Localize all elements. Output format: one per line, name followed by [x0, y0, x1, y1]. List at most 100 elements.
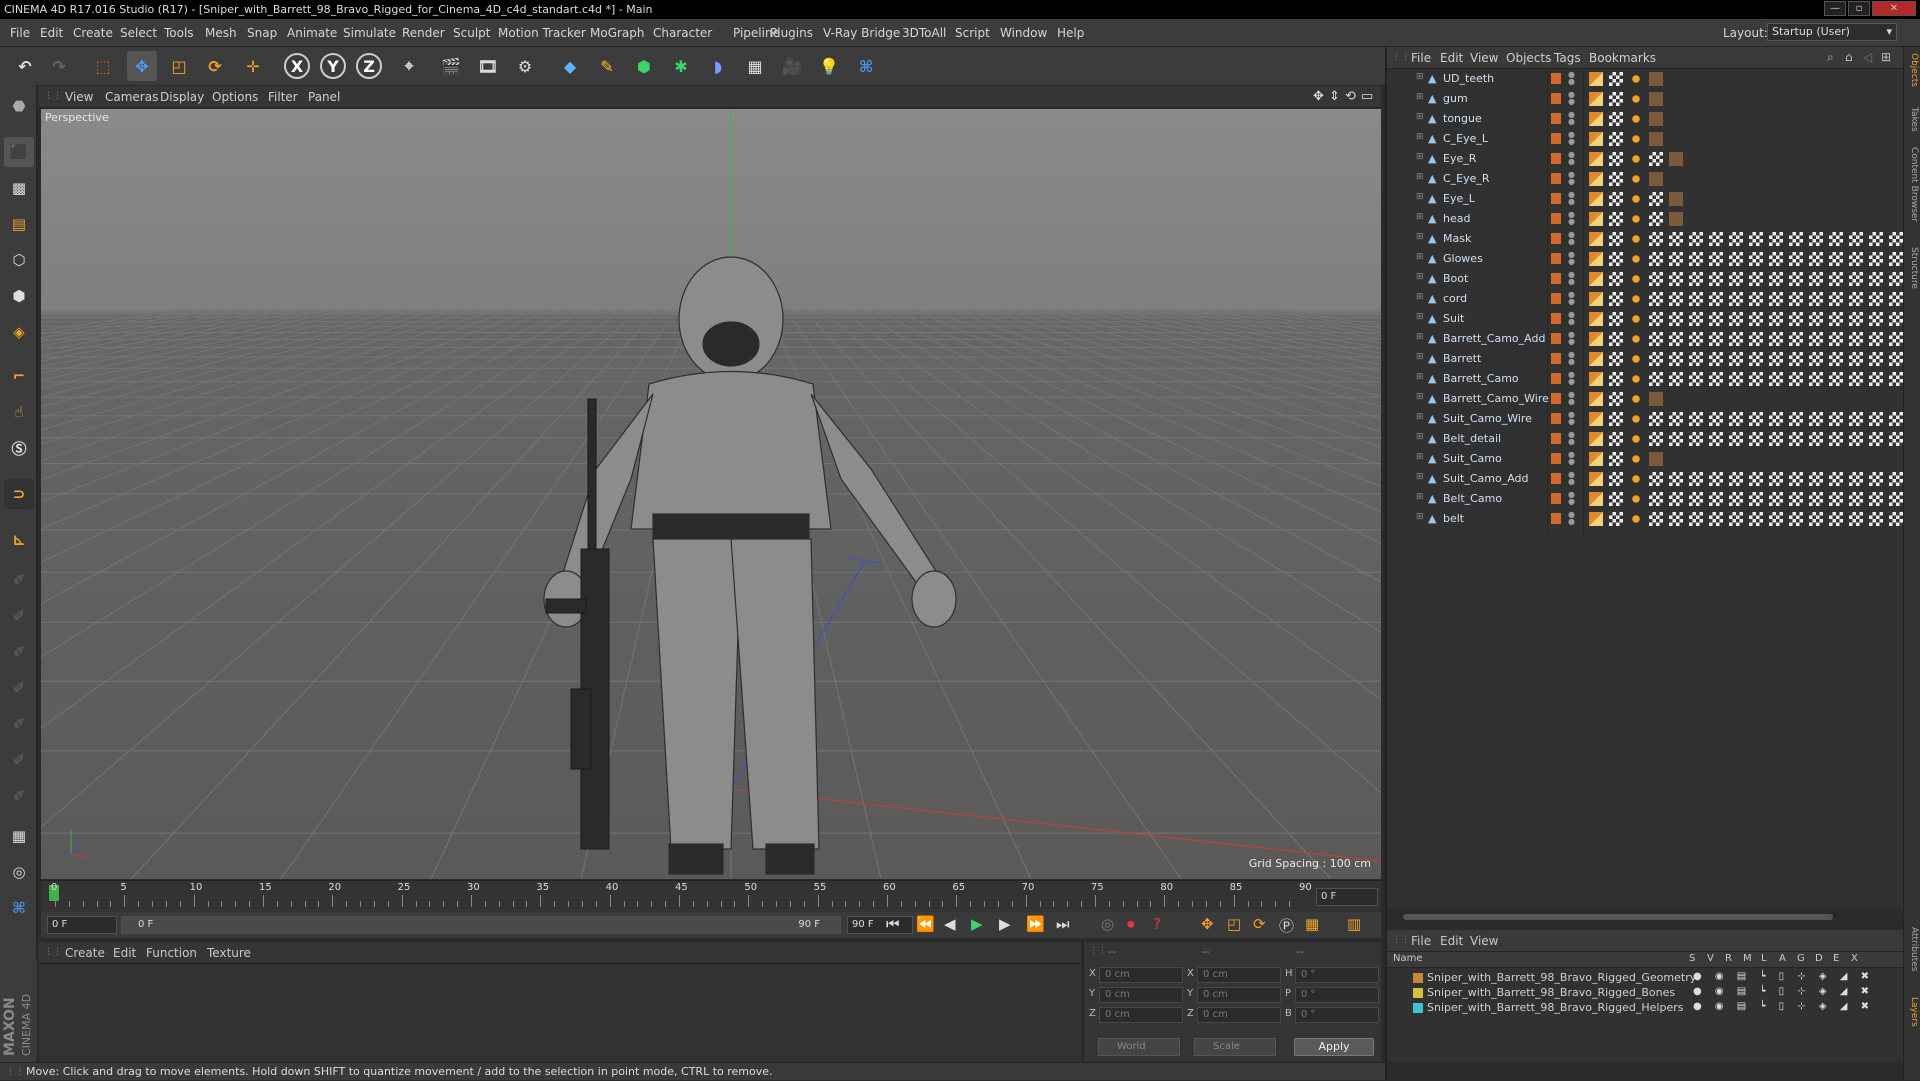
menu-snap[interactable]: Snap [247, 26, 277, 40]
texture-tag-icon[interactable] [1689, 312, 1703, 326]
texture-tag-icon[interactable] [1749, 232, 1763, 246]
x-axis-lock-button[interactable]: X [284, 53, 310, 79]
texture-tag-icon[interactable] [1629, 492, 1643, 506]
texture-tag-icon[interactable] [1709, 512, 1723, 526]
layer-color-swatch[interactable] [1551, 433, 1561, 444]
phong-tag-icon[interactable] [1589, 172, 1603, 186]
goto-end-icon[interactable]: ⏭ [1056, 915, 1070, 933]
texture-mode-icon[interactable]: ▩ [4, 173, 34, 203]
object-name[interactable]: Eye_R [1443, 152, 1476, 165]
texture-tag-icon[interactable] [1829, 432, 1843, 446]
timeline-ruler[interactable]: 0 5 10 15 20 25 30 35 40 45 50 55 60 65 70 75 80 85 90 0 F [41, 880, 1381, 912]
texture-tag-icon[interactable] [1649, 332, 1663, 346]
phong-tag-icon[interactable] [1589, 72, 1603, 86]
texture-tag-icon[interactable] [1789, 292, 1803, 306]
object-name[interactable]: tongue [1443, 112, 1482, 125]
texture-tag-icon[interactable] [1709, 232, 1723, 246]
expand-icon[interactable]: ⊞ [1416, 152, 1424, 162]
texture-tag-icon[interactable] [1889, 432, 1903, 446]
texture-tag-icon[interactable] [1649, 512, 1663, 526]
texture-tag-icon[interactable] [1789, 332, 1803, 346]
object-row[interactable]: ⊞ ▲ Barrett_Camo_Add ● ● [1387, 329, 1903, 349]
viewport-move-icon[interactable]: ✥ [1313, 89, 1324, 104]
visibility-dots-icon[interactable]: ● ● [1568, 391, 1575, 406]
object-name[interactable]: Suit [1443, 312, 1464, 325]
position-z-field[interactable]: 0 cm [1099, 1007, 1183, 1023]
object-row[interactable]: ⊞ ▲ Suit_Camo ● ● [1387, 449, 1903, 469]
material-menu-texture[interactable]: Texture [207, 946, 251, 960]
texture-tag-icon[interactable] [1669, 332, 1683, 346]
texture-tag-icon[interactable] [1669, 272, 1683, 286]
texture-tag-icon[interactable] [1649, 432, 1663, 446]
texture-tag-icon[interactable] [1669, 252, 1683, 266]
object-row[interactable]: ⊞ ▲ Barrett_Camo_Wire ● ● [1387, 389, 1903, 409]
object-name[interactable]: Eye_L [1443, 192, 1475, 205]
phong-tag-icon[interactable] [1589, 232, 1603, 246]
texture-tag-icon[interactable] [1669, 432, 1683, 446]
layer-color-swatch[interactable] [1551, 413, 1561, 424]
expand-icon[interactable]: ⊞ [1416, 472, 1424, 482]
object-name[interactable]: Suit_Camo [1443, 452, 1502, 465]
redo-icon[interactable]: ↷ [44, 51, 74, 81]
texture-tag-icon[interactable] [1889, 512, 1903, 526]
texture-tag-icon[interactable] [1749, 252, 1763, 266]
layer-header-column[interactable]: A [1779, 953, 1786, 964]
texture-tag-icon[interactable] [1869, 412, 1883, 426]
polygons-mode-icon[interactable]: ◈ [4, 317, 34, 347]
expand-icon[interactable]: ⊞ [1416, 372, 1424, 382]
menu-plugins[interactable]: Plugins [770, 26, 813, 40]
menu-select[interactable]: Select [120, 26, 157, 40]
texture-tag-icon[interactable] [1689, 412, 1703, 426]
texture-tag-icon[interactable] [1769, 332, 1783, 346]
z-axis-lock-button[interactable]: Z [356, 53, 382, 79]
autokeying-icon[interactable]: ⏺ [1127, 915, 1135, 933]
object-name[interactable]: UD_teeth [1443, 72, 1494, 85]
material-tag-icon[interactable] [1649, 112, 1663, 126]
current-frame-field[interactable]: 0 F [1316, 888, 1378, 906]
texture-tag-icon[interactable] [1809, 432, 1823, 446]
object-row[interactable]: ⊞ ▲ UD_teeth ● ● [1387, 69, 1903, 89]
texture-tag-icon[interactable] [1669, 292, 1683, 306]
object-row[interactable]: ⊞ ▲ Eye_R ● ● [1387, 149, 1903, 169]
texture-tag-icon[interactable] [1629, 272, 1643, 286]
texture-tag-icon[interactable] [1829, 412, 1843, 426]
phong-tag-icon[interactable] [1589, 272, 1603, 286]
tweak-mode-icon[interactable]: ☝ [4, 397, 34, 427]
texture-tag-icon[interactable] [1789, 232, 1803, 246]
texture-tag-icon[interactable] [1689, 472, 1703, 486]
menu-mograph[interactable]: MoGraph [590, 26, 645, 40]
object-name[interactable]: Suit_Camo_Wire [1443, 412, 1532, 425]
phong-tag-icon[interactable] [1589, 212, 1603, 226]
phong-tag-icon[interactable] [1589, 132, 1603, 146]
texture-tag-icon[interactable] [1609, 232, 1623, 246]
layer-color-swatch[interactable] [1551, 233, 1561, 244]
texture-tag-icon[interactable] [1609, 92, 1623, 106]
phong-tag-icon[interactable] [1589, 252, 1603, 266]
texture-tag-icon[interactable] [1769, 372, 1783, 386]
material-tag-icon[interactable] [1669, 152, 1683, 166]
texture-tag-icon[interactable] [1749, 312, 1763, 326]
scale-tool-icon[interactable]: ◰ [164, 51, 194, 81]
texture-tag-icon[interactable] [1869, 492, 1883, 506]
layer-header-column[interactable]: E [1833, 953, 1839, 964]
layer-color-swatch[interactable] [1551, 273, 1561, 284]
layers-menu-file[interactable]: File [1411, 934, 1431, 948]
object-name[interactable]: gum [1443, 92, 1468, 105]
texture-tag-icon[interactable] [1709, 252, 1723, 266]
make-editable-icon[interactable]: ⬣ [4, 91, 34, 121]
visibility-dots-icon[interactable]: ● ● [1568, 271, 1575, 286]
object-name[interactable]: Barrett_Camo_Wire [1443, 392, 1549, 405]
visibility-dots-icon[interactable]: ● ● [1568, 231, 1575, 246]
object-row[interactable]: ⊞ ▲ gum ● ● [1387, 89, 1903, 109]
texture-tag-icon[interactable] [1869, 252, 1883, 266]
layer-color-swatch[interactable] [1551, 253, 1561, 264]
texture-tag-icon[interactable] [1849, 432, 1863, 446]
expand-icon[interactable]: ⊞ [1416, 252, 1424, 262]
texture-tag-icon[interactable] [1669, 472, 1683, 486]
scrollbar-thumb[interactable] [1403, 914, 1833, 920]
texture-tag-icon[interactable] [1669, 352, 1683, 366]
snap-settings-icon[interactable]: Ⓢ [4, 433, 34, 463]
texture-tag-icon[interactable] [1609, 512, 1623, 526]
expand-icon[interactable]: ⊞ [1416, 172, 1424, 182]
timeline-window-icon[interactable]: ▥ [1347, 915, 1361, 933]
